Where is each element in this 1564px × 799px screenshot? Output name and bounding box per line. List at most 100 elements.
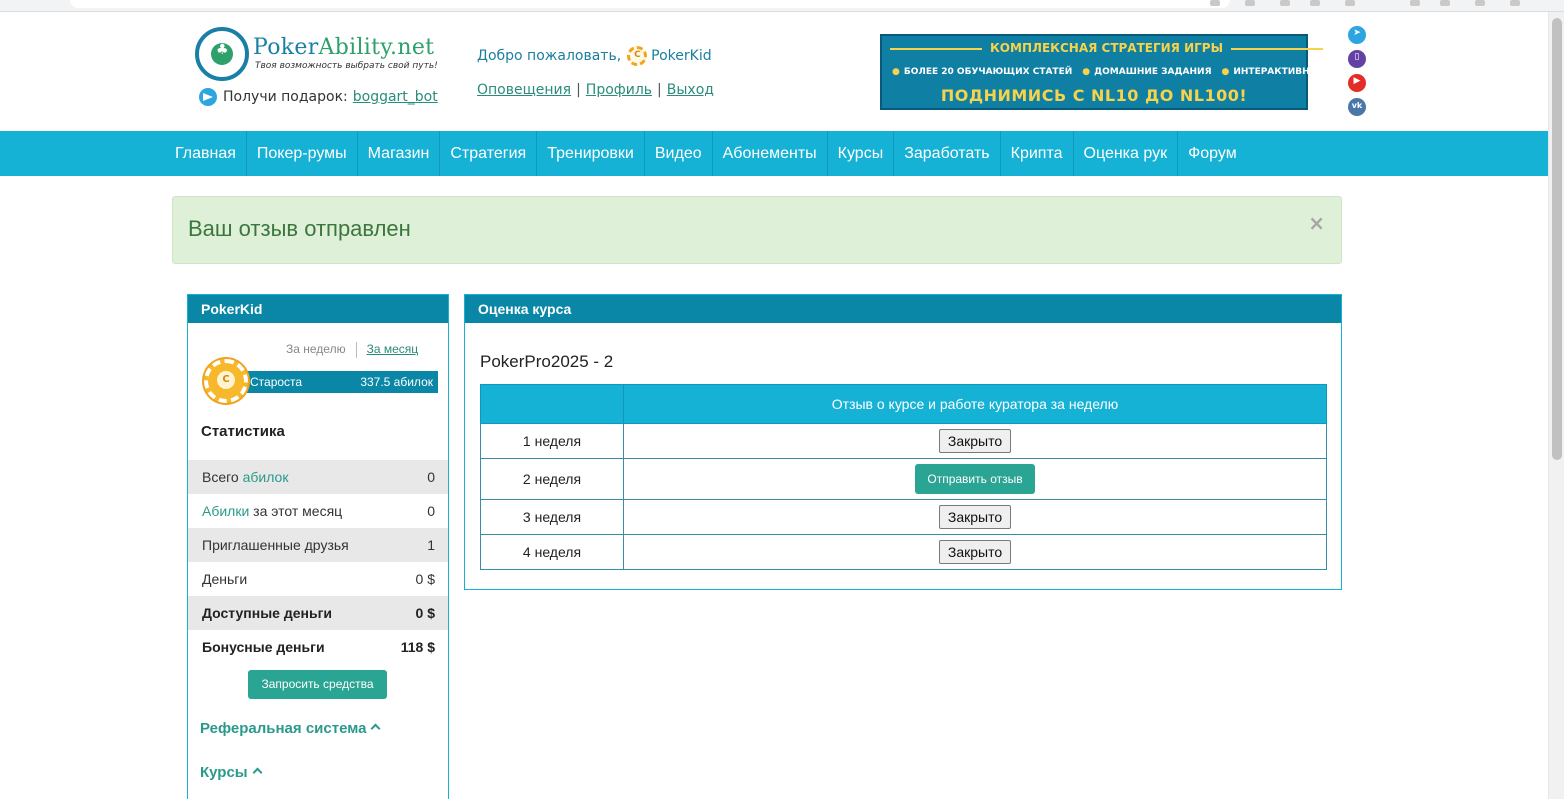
vk-icon[interactable] [1348,98,1366,116]
nav-item[interactable]: Покер-румы [247,131,358,176]
rank-chip-icon [204,359,248,403]
send-feedback-button[interactable]: Отправить отзыв [915,464,1035,494]
table-row: 2 неделя Отправить отзыв [480,458,1327,500]
extension-icon[interactable] [1475,0,1485,6]
logout-link[interactable]: Выход [667,82,714,98]
stats-title: Статистика [201,423,285,440]
rank-bar: Староста 337.5 абилок [240,371,438,393]
table-row: 1 неделя Закрыто [480,423,1327,459]
twitch-icon[interactable] [1348,50,1366,68]
rank-name: Староста [250,375,303,389]
extension-icon[interactable] [1280,0,1290,6]
nav-item[interactable]: Оценка рук [1074,131,1179,176]
courses-toggle[interactable]: Курсы [200,764,263,781]
stats-row: Деньги 0 $ [188,562,448,596]
rank-chip-icon [627,46,648,66]
stats-label: Деньги [202,571,248,587]
nav-item[interactable]: Магазин [358,131,441,176]
site-logo[interactable]: PokerAbility.net Твоя возможность выбрат… [195,27,438,87]
nav-item[interactable]: Видео [645,131,713,176]
stats-value: 118 $ [400,639,435,655]
extension-icon[interactable] [1440,0,1450,6]
profile-icon[interactable] [1310,0,1320,6]
nav-item[interactable]: Главная [165,131,247,176]
feedback-column-header: Отзыв о курсе и работе куратора за недел… [623,384,1327,424]
request-funds-button[interactable]: Запросить средства [248,670,387,699]
stats-value: 0 $ [415,571,435,587]
telegram-icon[interactable] [1348,26,1366,44]
stats-label: Доступные деньги [202,605,333,621]
alert-message: Ваш отзыв отправлен [188,216,411,241]
gift-promo: Получи подарок: boggart_bot [199,87,438,107]
extension-icon[interactable] [1210,0,1220,6]
nav-item[interactable]: Стратегия [440,131,538,176]
stats-value: 0 [427,503,435,519]
nav-item[interactable]: Курсы [828,131,895,176]
gift-bot-link[interactable]: boggart_bot [353,89,438,105]
profile-link[interactable]: Профиль [586,82,652,98]
user-nav: Оповещения | Профиль | Выход [477,82,714,98]
closed-button[interactable]: Закрыто [938,505,1012,529]
period-switch: За неделю За месяц [286,342,418,358]
period-week[interactable]: За неделю [286,342,346,356]
youtube-icon[interactable] [1348,74,1366,92]
week-cell: 1 неделя [480,423,624,459]
period-month[interactable]: За месяц [367,342,419,356]
nav-item[interactable]: Абонементы [713,131,828,176]
welcome-text: Добро пожаловать, [477,48,622,64]
extension-icon[interactable] [1345,0,1355,6]
nav-item[interactable]: Тренировки [537,131,645,176]
stats-label: Приглашенные друзья [202,537,349,553]
feedback-table: Отзыв о курсе и работе куратора за недел… [480,384,1327,570]
chevron-up-icon [371,723,381,734]
action-cell: Отправить отзыв [623,458,1327,500]
closed-button[interactable]: Закрыто [938,429,1012,453]
course-rating-panel: Оценка курса PokerPro2025 - 2 Отзыв о ку… [464,294,1342,590]
browser-toolbar [0,0,1564,12]
closed-button[interactable]: Закрыто [938,540,1012,564]
stats-row: Доступные деньги 0 $ [188,596,448,630]
sidebar-title: PokerKid [188,295,448,323]
main-nav: Главная Покер-румы Магазин Стратегия Трениро… [0,131,1548,176]
strategy-banner[interactable]: КОМПЛЕКСНАЯ СТРАТЕГИЯ ИГРЫ ● БОЛЕЕ 20 ОБУ… [880,34,1363,110]
action-cell: Закрыто [623,534,1327,570]
scrollbar-thumb[interactable] [1552,18,1562,460]
table-header-row: Отзыв о курсе и работе куратора за недел… [480,384,1327,424]
referral-toggle[interactable]: Реферальная система [200,720,381,737]
table-row: 3 неделя Закрыто [480,499,1327,535]
logo-title: PokerAbility.net [253,35,435,60]
social-links [1348,26,1367,122]
telegram-icon [199,88,217,106]
week-cell: 2 неделя [480,458,624,500]
action-cell: Закрыто [623,499,1327,535]
stats-value: 1 [427,537,435,553]
banner-headline: КОМПЛЕКСНАЯ СТРАТЕГИЯ ИГРЫ [882,41,1306,55]
week-cell: 3 неделя [480,499,624,535]
action-cell: Закрыто [623,423,1327,459]
extension-icon[interactable] [1410,0,1420,6]
page-scrollbar[interactable] [1548,12,1564,799]
stats-label: Абилки за этот месяц [202,503,343,519]
rank-points: 337.5 абилок [360,375,433,389]
week-column-header [480,384,624,424]
nav-item[interactable]: Крипта [1001,131,1074,176]
extension-icon[interactable] [1245,0,1255,6]
nav-item[interactable]: Заработать [894,131,1001,176]
panel-title: Оценка курса [465,295,1341,323]
logo-tagline: Твоя возможность выбрать свой путь! [255,61,438,71]
stats-value: 0 $ [415,605,435,621]
table-row: 4 неделя Закрыто [480,534,1327,570]
stats-row: Абилки за этот месяц 0 [188,494,448,528]
chevron-up-icon [252,767,263,778]
banner-features: ● БОЛЕЕ 20 ОБУЧАЮЩИХ СТАТЕЙ ● ДОМАШНИЕ ЗАДА… [892,67,1363,77]
menu-icon[interactable] [1510,0,1520,6]
close-icon[interactable]: × [1308,211,1325,235]
nav-item[interactable]: Форум [1178,131,1247,176]
stats-label: Бонусные деньги [202,639,325,655]
welcome-username[interactable]: PokerKid [651,48,711,64]
notifications-link[interactable]: Оповещения [477,82,571,98]
course-name: PokerPro2025 - 2 [480,352,614,371]
banner-cta: ПОДНИМИСЬ С NL10 ДО NL100! [940,86,1248,105]
stats-list: Всего абилок 0 Абилки за этот месяц 0 Пригла… [188,460,448,664]
address-bar[interactable] [70,0,1230,8]
